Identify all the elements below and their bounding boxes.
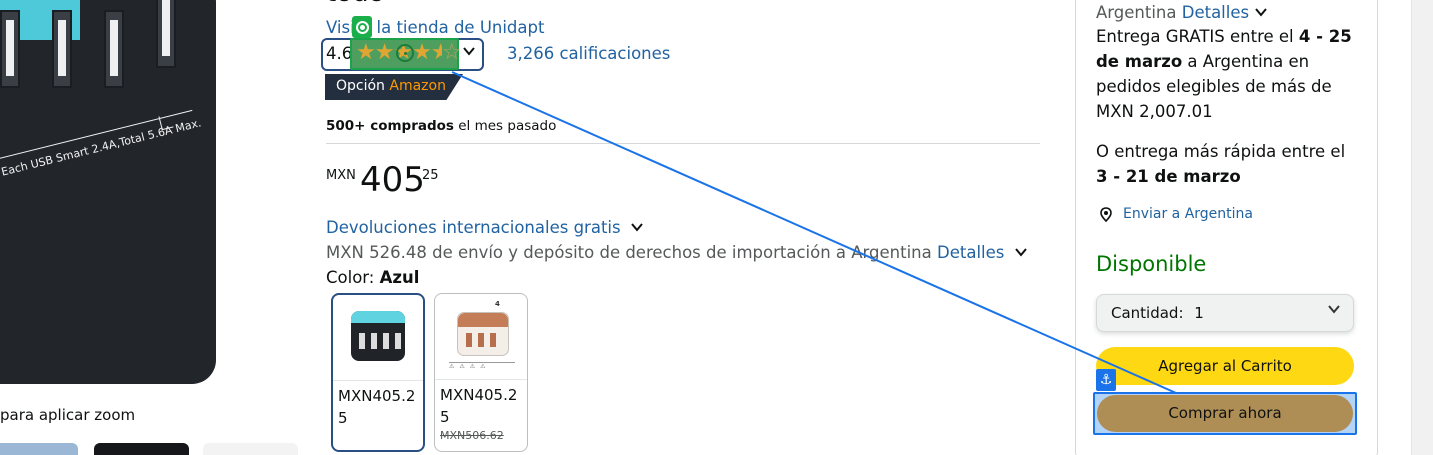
fast-delivery-dates: 3 - 21 de marzo xyxy=(1096,167,1241,186)
bought-count: 500+ comprados xyxy=(326,118,454,134)
free-delivery-message: Entrega GRATIS entre el 4 - 25 de marzo … xyxy=(1096,24,1358,124)
color-value: Azul xyxy=(379,268,420,287)
color-label: Color: xyxy=(326,268,375,287)
quantity-label: Cantidad: xyxy=(1111,304,1184,322)
returns-label[interactable]: Devoluciones internacionales gratis xyxy=(326,218,621,237)
price-currency: MXN xyxy=(326,168,356,183)
send-to-link[interactable]: Enviar a Argentina xyxy=(1123,206,1253,222)
chevron-down-icon[interactable] xyxy=(462,44,476,62)
color-selection: Color: Azul xyxy=(326,268,419,287)
availability-status: Disponible xyxy=(1096,252,1207,276)
buy-now-button[interactable]: Comprar ahora xyxy=(1097,395,1353,432)
product-title: todo xyxy=(326,0,385,8)
quantity-select[interactable]: Cantidad: 1 xyxy=(1096,294,1354,332)
swatch-image-tag: 4 xyxy=(495,300,500,308)
target-icon xyxy=(352,16,372,38)
swatch-price: MXN405.25 xyxy=(440,386,518,426)
amazon-choice-badge: Opción Amazon xyxy=(325,74,463,100)
ratings-count-link[interactable]: 3,266 calificaciones xyxy=(507,44,670,63)
swatch-old-price: MXN506.62 xyxy=(440,429,504,442)
bought-period: el mes pasado xyxy=(458,118,557,134)
color-swatch-azul[interactable]: MXN405.25 xyxy=(331,293,425,452)
image-caption: Each USB Smart 2.4A,Total 5.6A Max. xyxy=(0,108,216,178)
swatch-image: 4 ⚠⚠⚠⚠ xyxy=(435,294,527,380)
badge-brand: Amazon xyxy=(389,78,446,94)
location-pin-icon xyxy=(1100,207,1112,223)
swatch-price: MXN405.25 xyxy=(338,387,416,427)
swatch-image-icons: ⚠⚠⚠⚠ xyxy=(449,362,515,372)
thumbnail[interactable] xyxy=(94,443,189,455)
delivery-details-link[interactable]: Detalles xyxy=(1182,3,1249,22)
free-delivery-pre: Entrega GRATIS entre el xyxy=(1096,27,1294,46)
thumbnail[interactable] xyxy=(0,443,78,455)
price-whole: 405 xyxy=(360,160,425,200)
usb-port xyxy=(104,10,124,88)
fast-delivery-pre: O entrega más rápida entre el xyxy=(1096,142,1346,161)
import-details-link[interactable]: Detalles xyxy=(937,243,1004,262)
crosshair-icon xyxy=(396,44,414,62)
product-main-image[interactable]: Each USB Smart 2.4A,Total 5.6A Max. xyxy=(0,0,216,384)
chevron-down-icon[interactable] xyxy=(630,221,644,233)
zoom-hint: para aplicar zoom xyxy=(0,406,136,424)
color-swatch-alt[interactable]: 4 ⚠⚠⚠⚠ MXN405.25 MXN506.62 xyxy=(434,293,528,452)
usb-port xyxy=(0,10,20,88)
divider xyxy=(326,143,1040,144)
fast-delivery-message: O entrega más rápida entre el 3 - 21 de … xyxy=(1096,139,1358,189)
quantity-value: 1 xyxy=(1194,304,1204,322)
anchor-icon: ⚓ xyxy=(1096,369,1116,391)
chevron-down-icon[interactable] xyxy=(1254,6,1268,18)
deliver-to-line: Argentina Detalles xyxy=(1096,0,1358,25)
import-fees: MXN 526.48 de envío y depósito de derech… xyxy=(326,243,1028,262)
usb-port xyxy=(156,0,176,68)
import-fees-text: MXN 526.48 de envío y depósito de derech… xyxy=(326,243,932,262)
badge-prefix: Opción xyxy=(336,78,385,94)
bought-last-month: 500+ comprados el mes pasado xyxy=(326,118,556,134)
rating-value: 4.6 xyxy=(326,44,353,63)
thumbnail[interactable] xyxy=(203,443,298,455)
usb-port xyxy=(52,10,72,88)
page-scrollbar[interactable] xyxy=(1411,0,1433,455)
delivery-country: Argentina xyxy=(1096,3,1177,22)
add-to-cart-button[interactable]: Agregar al Carrito xyxy=(1096,347,1354,385)
chevron-down-icon xyxy=(1327,303,1341,319)
returns-link[interactable]: Devoluciones internacionales gratis xyxy=(326,218,644,237)
swatch-image xyxy=(333,295,423,381)
chevron-down-icon[interactable] xyxy=(1014,246,1028,258)
price-fraction: 25 xyxy=(422,168,439,183)
